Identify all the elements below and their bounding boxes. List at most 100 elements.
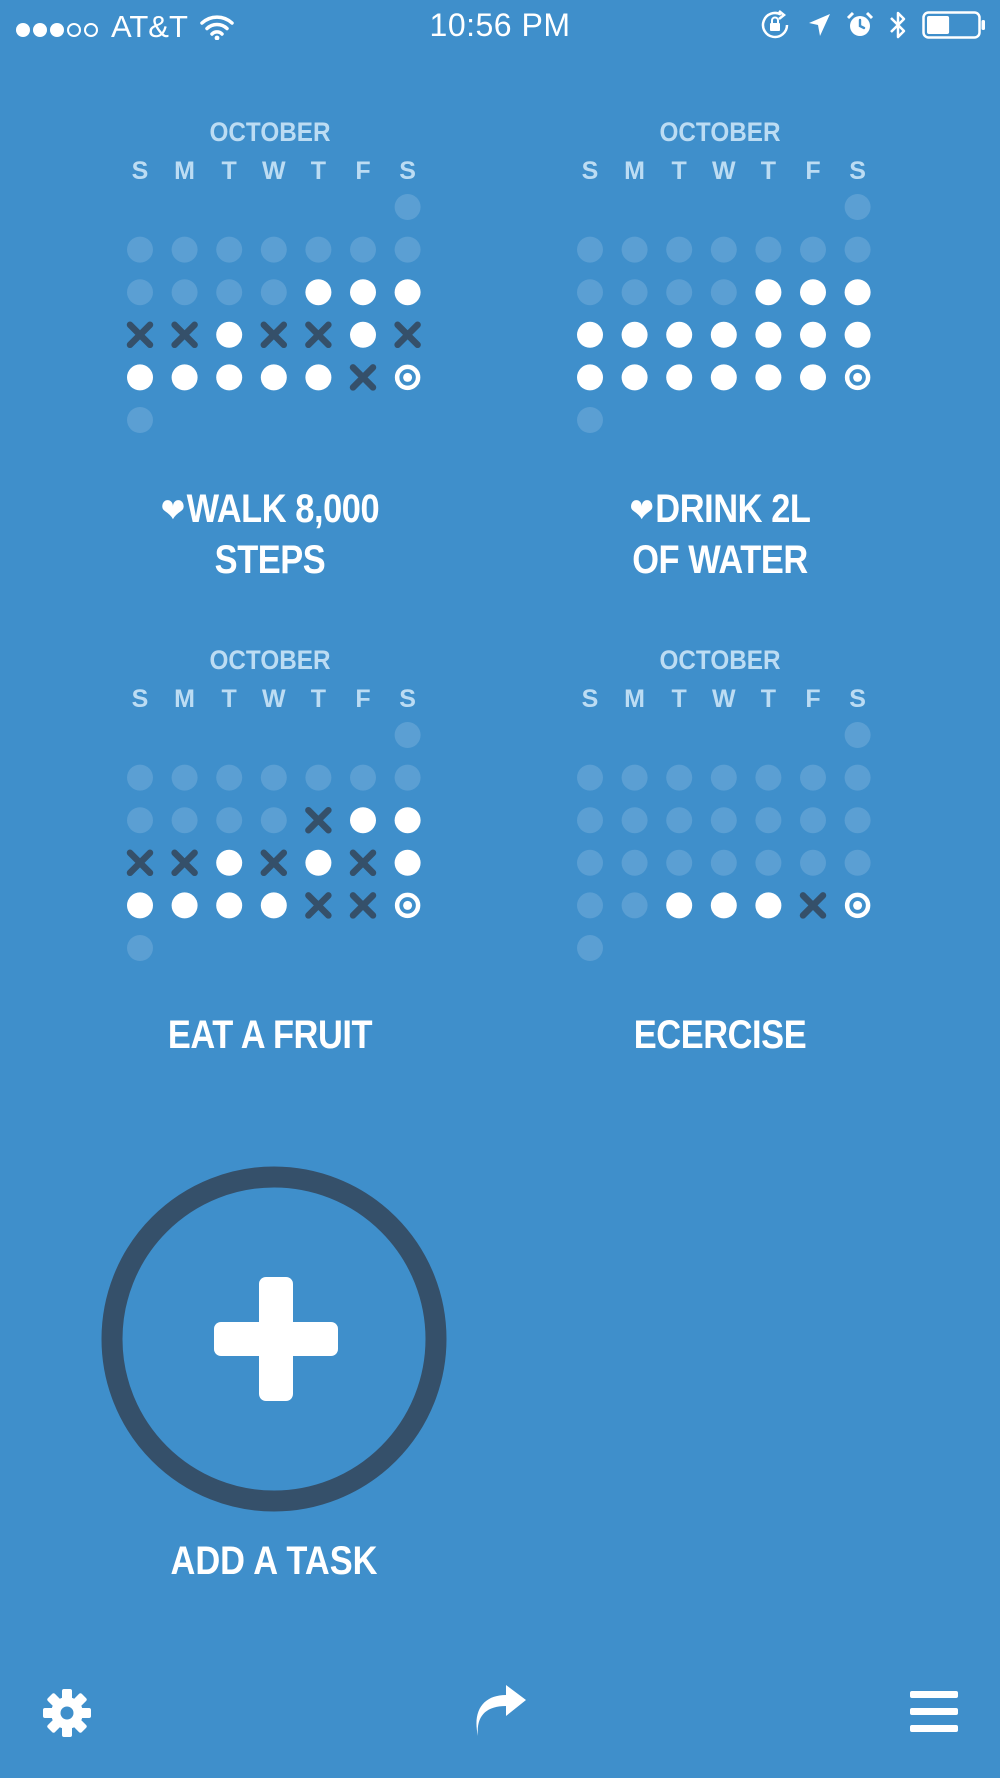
day-19-missed[interactable] bbox=[260, 321, 288, 349]
day-22-empty[interactable] bbox=[844, 849, 871, 876]
gear-icon[interactable] bbox=[42, 1688, 92, 1738]
day-30-future[interactable] bbox=[577, 407, 603, 433]
day-1-empty[interactable] bbox=[844, 194, 871, 220]
day-17-done[interactable] bbox=[621, 321, 648, 348]
day-8-empty[interactable] bbox=[394, 236, 421, 263]
day-15-empty[interactable] bbox=[844, 807, 871, 834]
day-2-empty[interactable] bbox=[127, 236, 153, 263]
day-4-empty[interactable] bbox=[216, 764, 243, 791]
hamburger-menu-icon[interactable] bbox=[910, 1691, 958, 1733]
day-26-done[interactable] bbox=[710, 892, 737, 919]
day-12-empty[interactable] bbox=[710, 807, 737, 834]
day-26-done[interactable] bbox=[260, 364, 287, 391]
day-21-empty[interactable] bbox=[800, 849, 826, 876]
day-15-done[interactable] bbox=[394, 807, 421, 834]
day-8-empty[interactable] bbox=[394, 764, 421, 791]
day-22-done[interactable] bbox=[844, 321, 871, 348]
day-9-empty[interactable] bbox=[127, 807, 153, 834]
day-13-done[interactable] bbox=[305, 279, 332, 306]
day-24-empty[interactable] bbox=[621, 892, 648, 919]
day-3-empty[interactable] bbox=[171, 764, 198, 791]
day-19-done[interactable] bbox=[710, 321, 737, 348]
day-21-missed[interactable] bbox=[349, 849, 377, 877]
day-23-empty[interactable] bbox=[577, 892, 603, 919]
day-8-empty[interactable] bbox=[844, 764, 871, 791]
day-18-empty[interactable] bbox=[666, 849, 693, 876]
day-14-empty[interactable] bbox=[800, 807, 826, 834]
day-12-empty[interactable] bbox=[260, 279, 287, 306]
day-14-done[interactable] bbox=[350, 807, 376, 834]
day-24-done[interactable] bbox=[621, 364, 648, 391]
day-24-done[interactable] bbox=[171, 364, 198, 391]
day-7-empty[interactable] bbox=[800, 236, 826, 263]
day-29-today[interactable] bbox=[844, 892, 871, 919]
day-22-done[interactable] bbox=[394, 849, 421, 876]
day-15-done[interactable] bbox=[844, 279, 871, 306]
day-10-empty[interactable] bbox=[171, 807, 198, 834]
day-11-empty[interactable] bbox=[666, 279, 693, 306]
day-2-empty[interactable] bbox=[127, 764, 153, 791]
day-18-done[interactable] bbox=[216, 849, 243, 876]
day-4-empty[interactable] bbox=[216, 236, 243, 263]
day-7-empty[interactable] bbox=[800, 764, 826, 791]
day-11-empty[interactable] bbox=[216, 807, 243, 834]
day-28-missed[interactable] bbox=[799, 892, 827, 919]
day-16-empty[interactable] bbox=[577, 849, 603, 876]
day-30-future[interactable] bbox=[127, 407, 153, 433]
day-17-missed[interactable] bbox=[171, 849, 198, 877]
day-20-done[interactable] bbox=[305, 849, 332, 876]
day-21-done[interactable] bbox=[350, 321, 376, 348]
day-6-empty[interactable] bbox=[305, 764, 332, 791]
day-13-done[interactable] bbox=[755, 279, 782, 306]
day-3-empty[interactable] bbox=[621, 236, 648, 263]
day-9-empty[interactable] bbox=[577, 279, 603, 306]
day-10-empty[interactable] bbox=[621, 807, 648, 834]
day-27-done[interactable] bbox=[755, 892, 782, 919]
day-3-empty[interactable] bbox=[621, 764, 648, 791]
day-5-empty[interactable] bbox=[710, 236, 737, 263]
day-21-done[interactable] bbox=[800, 321, 826, 348]
day-27-done[interactable] bbox=[305, 364, 332, 391]
day-28-done[interactable] bbox=[800, 364, 826, 391]
day-22-missed[interactable] bbox=[394, 321, 421, 349]
day-20-empty[interactable] bbox=[755, 849, 782, 876]
day-1-empty[interactable] bbox=[394, 194, 421, 220]
day-29-today[interactable] bbox=[394, 364, 421, 391]
day-18-done[interactable] bbox=[216, 321, 243, 348]
day-12-empty[interactable] bbox=[260, 807, 287, 834]
day-20-done[interactable] bbox=[755, 321, 782, 348]
day-27-done[interactable] bbox=[755, 364, 782, 391]
day-14-done[interactable] bbox=[800, 279, 826, 306]
day-5-empty[interactable] bbox=[260, 236, 287, 263]
day-10-empty[interactable] bbox=[171, 279, 198, 306]
day-26-done[interactable] bbox=[260, 892, 287, 919]
day-9-empty[interactable] bbox=[577, 807, 603, 834]
day-23-done[interactable] bbox=[577, 364, 603, 391]
day-4-empty[interactable] bbox=[666, 764, 693, 791]
day-8-empty[interactable] bbox=[844, 236, 871, 263]
day-19-empty[interactable] bbox=[710, 849, 737, 876]
day-13-missed[interactable] bbox=[305, 806, 332, 834]
day-7-empty[interactable] bbox=[350, 764, 376, 791]
day-5-empty[interactable] bbox=[260, 764, 287, 791]
day-24-done[interactable] bbox=[171, 892, 198, 919]
day-28-missed[interactable] bbox=[349, 364, 377, 391]
day-2-empty[interactable] bbox=[577, 236, 603, 263]
day-30-future[interactable] bbox=[127, 935, 153, 961]
day-10-empty[interactable] bbox=[621, 279, 648, 306]
day-16-missed[interactable] bbox=[126, 849, 154, 877]
day-12-empty[interactable] bbox=[710, 279, 737, 306]
day-11-empty[interactable] bbox=[666, 807, 693, 834]
calendar-grid[interactable] bbox=[575, 117, 875, 457]
day-7-empty[interactable] bbox=[350, 236, 376, 263]
day-6-empty[interactable] bbox=[755, 236, 782, 263]
share-arrow-icon[interactable] bbox=[470, 1684, 530, 1736]
day-9-empty[interactable] bbox=[127, 279, 153, 306]
day-26-done[interactable] bbox=[710, 364, 737, 391]
day-6-empty[interactable] bbox=[305, 236, 332, 263]
day-11-empty[interactable] bbox=[216, 279, 243, 306]
calendar-grid[interactable] bbox=[125, 645, 425, 985]
day-5-empty[interactable] bbox=[710, 764, 737, 791]
day-25-done[interactable] bbox=[666, 364, 693, 391]
day-27-missed[interactable] bbox=[305, 892, 332, 919]
